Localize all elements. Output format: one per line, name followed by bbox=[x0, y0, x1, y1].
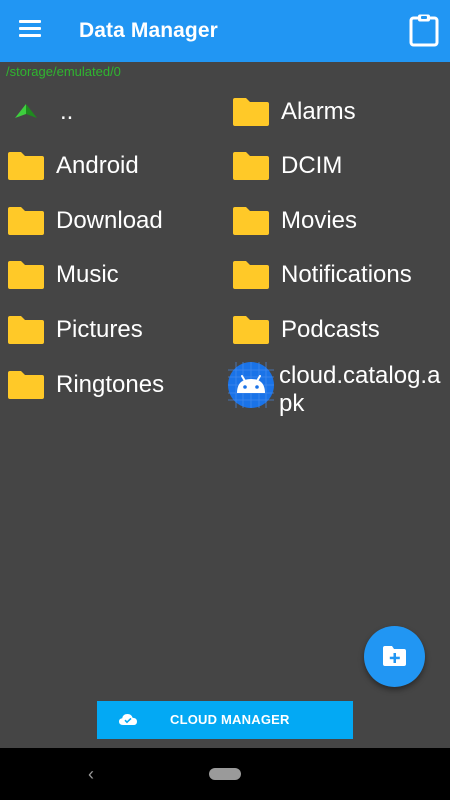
item-label: Android bbox=[56, 152, 139, 179]
folder-item-alarms[interactable]: Alarms bbox=[231, 93, 356, 128]
folder-item-music[interactable]: Music bbox=[6, 256, 119, 291]
clipboard-icon[interactable] bbox=[408, 13, 440, 47]
folder-item-notifications[interactable]: Notifications bbox=[231, 256, 412, 291]
app-bar: Data Manager bbox=[0, 0, 450, 62]
folder-icon bbox=[6, 205, 48, 237]
folder-icon bbox=[6, 314, 48, 346]
folder-icon bbox=[231, 96, 273, 128]
new-folder-button[interactable] bbox=[364, 626, 425, 687]
item-label: Music bbox=[56, 261, 119, 288]
folder-icon bbox=[231, 150, 273, 182]
folder-icon bbox=[231, 314, 273, 346]
item-label: Podcasts bbox=[281, 316, 380, 343]
item-label: DCIM bbox=[281, 152, 343, 179]
folder-icon bbox=[231, 205, 273, 237]
item-label: Notifications bbox=[281, 261, 412, 288]
cloud-manager-button[interactable]: CLOUD MANAGER bbox=[97, 701, 353, 739]
folder-item-android[interactable]: Android bbox=[6, 147, 139, 182]
folder-item-ringtones[interactable]: Ringtones bbox=[6, 366, 164, 401]
system-nav-bar: ‹ bbox=[0, 748, 450, 800]
android-apk-icon bbox=[228, 362, 274, 408]
folder-icon bbox=[6, 150, 48, 182]
folder-item-podcasts[interactable]: Podcasts bbox=[231, 311, 380, 346]
folder-icon bbox=[6, 259, 48, 291]
cloud-manager-label: CLOUD MANAGER bbox=[170, 712, 290, 727]
item-label: Pictures bbox=[56, 316, 143, 343]
item-label: Movies bbox=[281, 207, 358, 234]
back-icon[interactable]: ‹ bbox=[88, 764, 94, 785]
up-arrow-icon bbox=[10, 96, 52, 128]
folder-item-movies[interactable]: Movies bbox=[231, 202, 357, 237]
cloud-icon bbox=[119, 713, 137, 731]
folder-item-pictures[interactable]: Pictures bbox=[6, 311, 143, 346]
menu-icon[interactable] bbox=[19, 20, 41, 38]
item-label: cloud.catalog.apk bbox=[279, 362, 441, 417]
item-label: Download bbox=[56, 207, 163, 234]
item-label: .. bbox=[60, 98, 74, 125]
folder-item-dcim[interactable]: DCIM bbox=[231, 147, 342, 182]
folder-icon bbox=[231, 259, 273, 291]
file-item-cloud-catalog-apk[interactable]: cloud.catalog.apk bbox=[228, 362, 447, 418]
parent-directory-item[interactable]: .. bbox=[10, 93, 73, 128]
app-title: Data Manager bbox=[79, 19, 218, 42]
item-label: Ringtones bbox=[56, 371, 165, 398]
current-path: /storage/emulated/0 bbox=[6, 64, 121, 79]
item-label: Alarms bbox=[281, 98, 356, 125]
folder-icon bbox=[6, 369, 48, 401]
folder-item-download[interactable]: Download bbox=[6, 202, 163, 237]
home-pill-icon[interactable] bbox=[209, 768, 241, 780]
